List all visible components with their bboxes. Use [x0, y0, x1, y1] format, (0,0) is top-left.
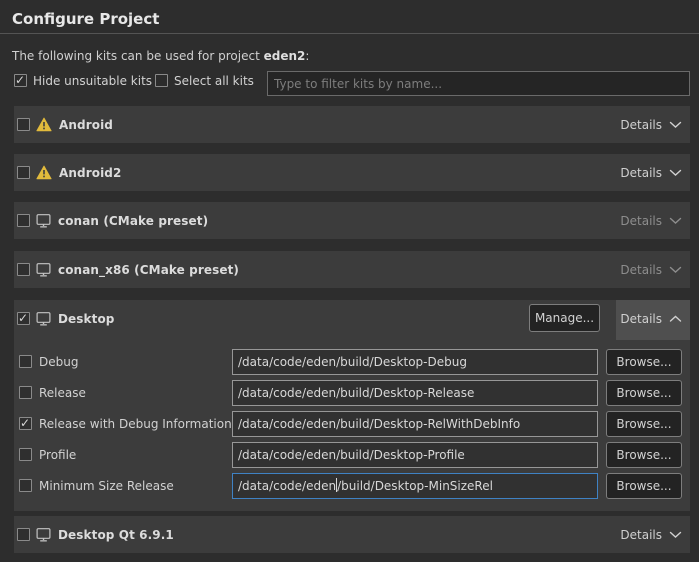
page-title: Configure Project: [12, 10, 159, 28]
config-checkbox-minsizerel[interactable]: [19, 479, 32, 492]
config-label: Profile: [39, 442, 76, 468]
chevron-down-icon: [669, 266, 682, 274]
kit-name: Android2: [59, 166, 121, 180]
details-label: Details: [620, 118, 662, 132]
kit-name: conan (CMake preset): [58, 214, 208, 228]
details-label: Details: [620, 312, 662, 326]
checkmark-icon: ✓: [18, 311, 28, 325]
path-text-before-cursor: /data/code/eden: [238, 479, 336, 493]
select-all-kits-checkbox[interactable]: [155, 74, 168, 87]
kit-checkbox-desktop-qt[interactable]: [17, 528, 30, 541]
build-dir-input-minsizerel[interactable]: /data/code/eden/build/Desktop-MinSizeRel: [232, 473, 598, 499]
configure-project-page: Configure Project The following kits can…: [0, 0, 699, 562]
details-label: Details: [620, 263, 662, 277]
kit-checkbox-desktop[interactable]: ✓: [17, 312, 30, 325]
kit-filter-input[interactable]: [267, 71, 690, 96]
chevron-down-icon: [669, 531, 682, 539]
title-divider: [0, 33, 699, 34]
config-label: Minimum Size Release: [39, 473, 174, 499]
select-all-kits-label[interactable]: Select all kits: [174, 74, 254, 88]
desktop-monitor-icon: [36, 528, 51, 542]
kit-name: Desktop: [58, 312, 115, 326]
kit-panel-desktop: ✓ Desktop Manage... Details Debug Browse…: [14, 300, 690, 511]
config-row-debug: Debug Browse...: [14, 349, 690, 375]
kit-row-desktop-qt: Desktop Qt 6.9.1 Details: [14, 516, 690, 553]
config-row-minsizerel: Minimum Size Release /data/code/eden/bui…: [14, 473, 690, 499]
kits-description: The following kits can be used for proje…: [12, 49, 309, 63]
kit-row-android2: Android2 Details: [14, 154, 690, 191]
desktop-monitor-icon: [36, 263, 51, 277]
config-row-profile: Profile Browse...: [14, 442, 690, 468]
config-label: Release with Debug Information: [39, 411, 232, 437]
kit-checkbox-android[interactable]: [17, 118, 30, 131]
details-toggle-android2[interactable]: Details: [620, 154, 682, 191]
config-label: Debug: [39, 349, 78, 375]
path-text-after-cursor: /build/Desktop-MinSizeRel: [337, 479, 493, 493]
kit-row-android: Android Details: [14, 106, 690, 143]
kit-row-conan: conan (CMake preset) Details: [14, 202, 690, 239]
kits-description-suffix: :: [305, 49, 309, 63]
checkmark-icon: ✓: [20, 416, 30, 430]
warning-icon: [36, 117, 52, 132]
build-dir-input-release[interactable]: [232, 380, 598, 406]
build-dir-input-profile[interactable]: [232, 442, 598, 468]
details-label: Details: [620, 528, 662, 542]
hide-unsuitable-kits-checkbox[interactable]: ✓: [14, 74, 27, 87]
desktop-monitor-icon: [36, 214, 51, 228]
browse-button-relwithdebinfo[interactable]: Browse...: [606, 411, 682, 437]
kit-name: conan_x86 (CMake preset): [58, 263, 239, 277]
config-checkbox-relwithdebinfo[interactable]: ✓: [19, 417, 32, 430]
warning-icon: [36, 165, 52, 180]
chevron-up-icon: [669, 315, 682, 323]
chevron-down-icon: [669, 217, 682, 225]
checkmark-icon: ✓: [15, 73, 25, 87]
kit-checkbox-conan-x86[interactable]: [17, 263, 30, 276]
details-label: Details: [620, 214, 662, 228]
browse-button-debug[interactable]: Browse...: [606, 349, 682, 375]
details-toggle-conan[interactable]: Details: [620, 202, 682, 239]
hide-unsuitable-kits-label[interactable]: Hide unsuitable kits: [33, 74, 152, 88]
config-checkbox-release[interactable]: [19, 386, 32, 399]
browse-button-profile[interactable]: Browse...: [606, 442, 682, 468]
config-checkbox-debug[interactable]: [19, 355, 32, 368]
details-toggle-android[interactable]: Details: [620, 106, 682, 143]
config-row-release: Release Browse...: [14, 380, 690, 406]
config-checkbox-profile[interactable]: [19, 448, 32, 461]
kit-name: Android: [59, 118, 113, 132]
kit-row-conan-x86: conan_x86 (CMake preset) Details: [14, 251, 690, 288]
config-label: Release: [39, 380, 86, 406]
kit-name: Desktop Qt 6.9.1: [58, 528, 174, 542]
details-label: Details: [620, 166, 662, 180]
chevron-down-icon: [669, 169, 682, 177]
details-toggle-conan-x86[interactable]: Details: [620, 251, 682, 288]
config-row-relwithdebinfo: ✓ Release with Debug Information Browse.…: [14, 411, 690, 437]
browse-button-release[interactable]: Browse...: [606, 380, 682, 406]
kit-checkbox-conan[interactable]: [17, 214, 30, 227]
kits-description-text: The following kits can be used for proje…: [12, 49, 264, 63]
details-toggle-desktop[interactable]: Details: [620, 300, 682, 337]
chevron-down-icon: [669, 121, 682, 129]
project-name: eden2: [264, 49, 306, 63]
browse-button-minsizerel[interactable]: Browse...: [606, 473, 682, 499]
kit-checkbox-android2[interactable]: [17, 166, 30, 179]
build-dir-input-debug[interactable]: [232, 349, 598, 375]
manage-button[interactable]: Manage...: [529, 304, 600, 332]
desktop-monitor-icon: [36, 312, 51, 326]
details-toggle-desktop-qt[interactable]: Details: [620, 516, 682, 553]
build-dir-input-relwithdebinfo[interactable]: [232, 411, 598, 437]
